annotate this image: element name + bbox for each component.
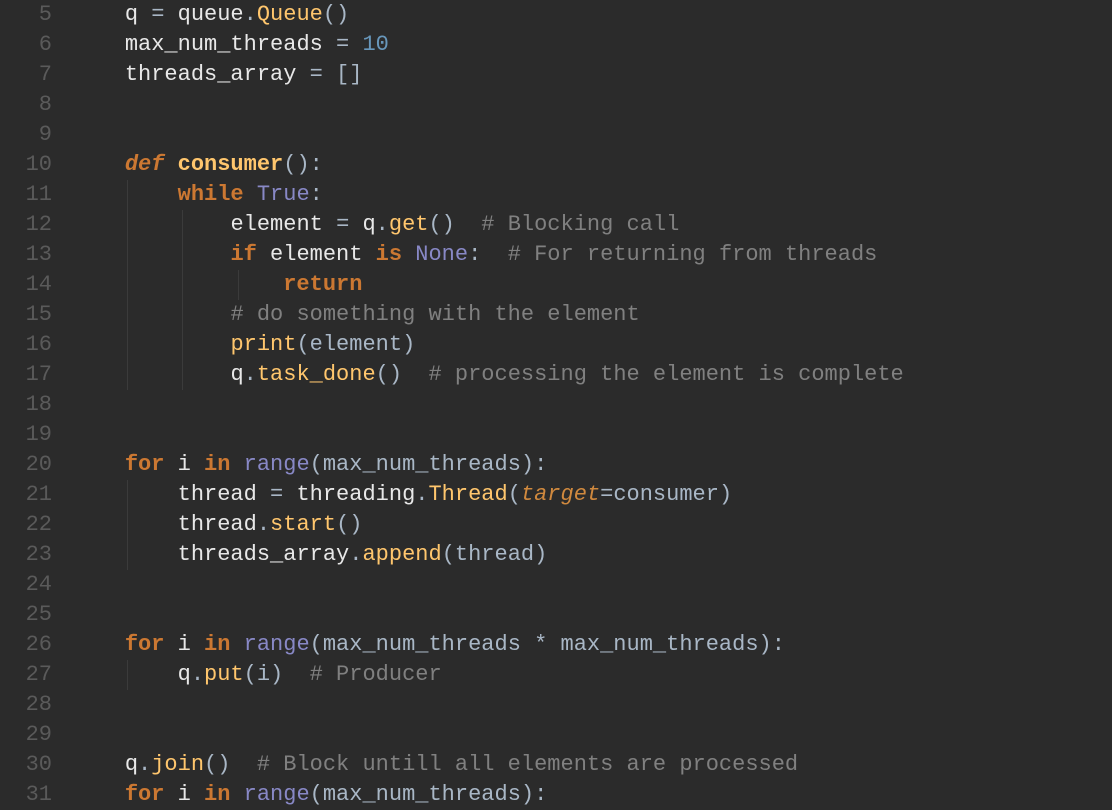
code-line: for i in range(max_num_threads * max_num… xyxy=(72,630,1112,660)
code-text: thread = threading.Thread(target=consume… xyxy=(72,482,732,507)
indent-guide xyxy=(238,270,239,300)
code-line: print(element) xyxy=(72,330,1112,360)
code-text: # do something with the element xyxy=(72,302,640,327)
indent-guide xyxy=(127,240,128,270)
line-number-gutter: 5678910111213141516171819202122232425262… xyxy=(0,0,72,800)
indent-guide xyxy=(182,330,183,360)
line-number: 7 xyxy=(0,60,52,90)
line-number: 6 xyxy=(0,30,52,60)
code-line: threads_array.append(thread) xyxy=(72,540,1112,570)
code-line: thread = threading.Thread(target=consume… xyxy=(72,480,1112,510)
line-number: 30 xyxy=(0,750,52,780)
indent-guide xyxy=(127,180,128,210)
code-line xyxy=(72,600,1112,630)
line-number: 5 xyxy=(0,0,52,30)
line-number: 13 xyxy=(0,240,52,270)
code-line: q = queue.Queue() xyxy=(72,0,1112,30)
line-number: 25 xyxy=(0,600,52,630)
code-line: q.join() # Block untill all elements are… xyxy=(72,750,1112,780)
line-number: 16 xyxy=(0,330,52,360)
indent-guide xyxy=(127,510,128,540)
line-number: 14 xyxy=(0,270,52,300)
code-text: for i in range(max_num_threads): xyxy=(72,452,547,477)
line-number: 24 xyxy=(0,570,52,600)
indent-guide xyxy=(127,210,128,240)
line-number: 27 xyxy=(0,660,52,690)
code-text: print(element) xyxy=(72,332,415,357)
line-number: 22 xyxy=(0,510,52,540)
code-line xyxy=(72,690,1112,720)
indent-guide xyxy=(182,210,183,240)
code-text: def consumer(): xyxy=(72,152,323,177)
code-text: threads_array.append(thread) xyxy=(72,542,547,567)
indent-guide xyxy=(127,480,128,510)
line-number: 11 xyxy=(0,180,52,210)
code-text: max_num_threads = 10 xyxy=(72,32,389,57)
code-text: if element is None: # For returning from… xyxy=(72,242,877,267)
code-editor: 5678910111213141516171819202122232425262… xyxy=(0,0,1112,800)
code-line xyxy=(72,390,1112,420)
code-line: element = q.get() # Blocking call xyxy=(72,210,1112,240)
line-number: 9 xyxy=(0,120,52,150)
code-line: if element is None: # For returning from… xyxy=(72,240,1112,270)
line-number: 18 xyxy=(0,390,52,420)
code-text: while True: xyxy=(72,182,323,207)
code-text: element = q.get() # Blocking call xyxy=(72,212,679,237)
code-line: return xyxy=(72,270,1112,300)
indent-guide xyxy=(127,300,128,330)
code-line: thread.start() xyxy=(72,510,1112,540)
code-text: for i in range(max_num_threads * max_num… xyxy=(72,632,785,657)
code-line: # do something with the element xyxy=(72,300,1112,330)
line-number: 19 xyxy=(0,420,52,450)
line-number: 29 xyxy=(0,720,52,750)
line-number: 17 xyxy=(0,360,52,390)
indent-guide xyxy=(127,270,128,300)
line-number: 21 xyxy=(0,480,52,510)
indent-guide xyxy=(182,300,183,330)
code-line: for i in range(max_num_threads): xyxy=(72,780,1112,810)
code-text: thread.start() xyxy=(72,512,362,537)
code-text: threads_array = [] xyxy=(72,62,362,87)
code-line: max_num_threads = 10 xyxy=(72,30,1112,60)
line-number: 23 xyxy=(0,540,52,570)
code-line: for i in range(max_num_threads): xyxy=(72,450,1112,480)
line-number: 20 xyxy=(0,450,52,480)
code-line: while True: xyxy=(72,180,1112,210)
indent-guide xyxy=(182,240,183,270)
line-number: 26 xyxy=(0,630,52,660)
code-line xyxy=(72,720,1112,750)
line-number: 8 xyxy=(0,90,52,120)
code-text: return xyxy=(72,272,362,297)
code-line: q.put(i) # Producer xyxy=(72,660,1112,690)
code-line xyxy=(72,570,1112,600)
line-number: 10 xyxy=(0,150,52,180)
line-number: 28 xyxy=(0,690,52,720)
line-number: 15 xyxy=(0,300,52,330)
code-line: threads_array = [] xyxy=(72,60,1112,90)
indent-guide xyxy=(182,270,183,300)
code-line xyxy=(72,90,1112,120)
line-number: 12 xyxy=(0,210,52,240)
code-line xyxy=(72,120,1112,150)
code-text: q = queue.Queue() xyxy=(72,2,349,27)
indent-guide xyxy=(127,660,128,690)
code-line: q.task_done() # processing the element i… xyxy=(72,360,1112,390)
indent-guide xyxy=(182,360,183,390)
code-line xyxy=(72,420,1112,450)
code-area[interactable]: q = queue.Queue() max_num_threads = 10 t… xyxy=(72,0,1112,800)
indent-guide xyxy=(127,330,128,360)
code-text: q.join() # Block untill all elements are… xyxy=(72,752,798,777)
code-line: def consumer(): xyxy=(72,150,1112,180)
code-text: for i in range(max_num_threads): xyxy=(72,782,547,807)
indent-guide xyxy=(127,360,128,390)
code-text: q.task_done() # processing the element i… xyxy=(72,362,904,387)
indent-guide xyxy=(127,540,128,570)
line-number: 31 xyxy=(0,780,52,810)
